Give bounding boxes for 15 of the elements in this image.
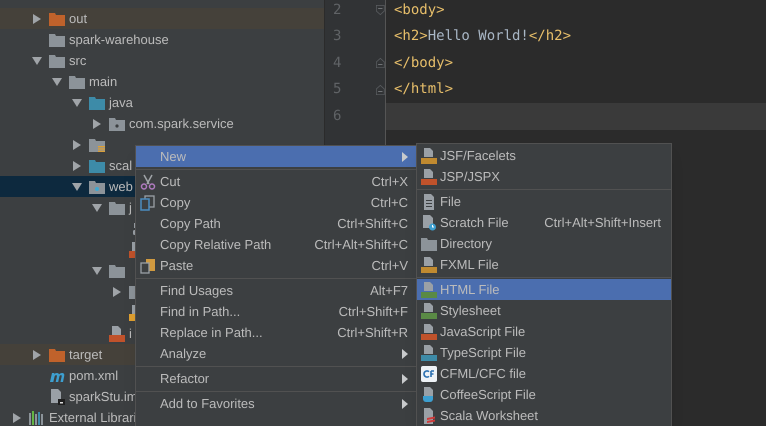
tree-item-label: j: [129, 198, 132, 217]
shortcut-label: Ctrl+Alt+Shift+Insert: [544, 214, 661, 232]
tree-item-label: java: [109, 94, 133, 112]
tree-item-label: pom.xml: [69, 366, 118, 385]
tree-item-label: External Librari: [49, 408, 136, 426]
tree-item-label: web: [109, 178, 133, 196]
tree-item-label: scal: [109, 156, 132, 175]
tree-item-label: spark-warehouse: [69, 30, 169, 49]
tree-item-label: com.spark.service: [129, 114, 234, 133]
tree-item-label: main: [89, 72, 118, 91]
tree-item-label: sparkStu.im: [69, 388, 138, 406]
tree-item-label: out: [69, 10, 88, 28]
tree-item-label: i: [129, 324, 132, 343]
tree-item-label: target: [69, 346, 102, 364]
tree-item-label: src: [69, 52, 86, 70]
